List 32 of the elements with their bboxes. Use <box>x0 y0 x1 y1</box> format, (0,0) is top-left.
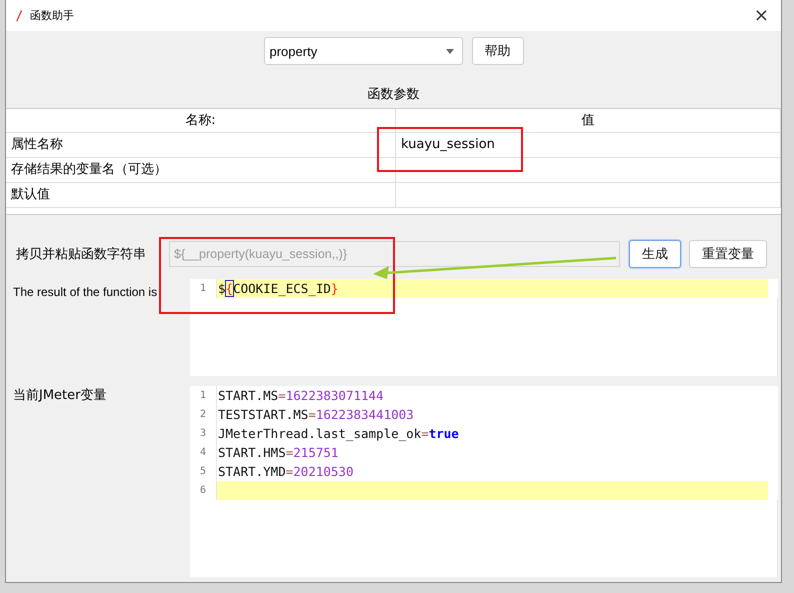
pen-icon <box>16 10 22 22</box>
result-editor[interactable]: 1 ${COOKIE_ECS_ID} <box>190 279 778 376</box>
line-number: 4 <box>190 443 217 462</box>
close-button[interactable]: × <box>750 5 773 26</box>
column-header: 名称: <box>6 109 396 133</box>
line-number: 3 <box>190 424 217 443</box>
action-button[interactable]: 重置变量 <box>689 240 767 268</box>
field-label: 拷贝并粘贴函数字符串 <box>16 246 147 263</box>
variables-editor[interactable]: 1 START.MS=1622383071144 2 TESTSTART.MS=1622383441003 3 JMeterThread.last_sample_ok=true 4 START.HMS=215751 5 START.YMD=20210530 6 <box>190 386 778 577</box>
line-number: 5 <box>190 462 217 481</box>
code-line: START.YMD=20210530 <box>217 463 354 481</box>
column-header: 值 <box>396 109 781 133</box>
code-line: TESTSTART.MS=1622383441003 <box>217 406 415 424</box>
result-label: The result of the function is <box>13 284 158 301</box>
line-number: 2 <box>190 405 217 424</box>
window-title: 函数助手 <box>30 8 75 23</box>
line-number: 1 <box>190 386 217 405</box>
table-cell[interactable] <box>396 158 781 183</box>
caret-icon <box>446 48 454 54</box>
help-button[interactable]: 帮助 <box>472 37 524 65</box>
table-cell: 默认值 <box>6 183 396 208</box>
table-cell: 存储结果的变量名（可选） <box>6 158 396 183</box>
variables-label: 当前JMeter变量 <box>13 387 108 405</box>
section-title: 函数参数 <box>368 87 420 102</box>
action-button[interactable]: 生成 <box>629 240 681 268</box>
code-line: JMeterThread.last_sample_ok=true <box>217 425 460 443</box>
table-cell[interactable]: kuayu_session <box>396 133 781 158</box>
code-line: START.MS=1622383071144 <box>217 387 385 405</box>
function-dropdown[interactable]: property <box>264 37 462 65</box>
table-cell[interactable] <box>396 183 781 208</box>
code-line: START.HMS=215751 <box>217 444 340 462</box>
table-cell: 属性名称 <box>6 133 396 158</box>
